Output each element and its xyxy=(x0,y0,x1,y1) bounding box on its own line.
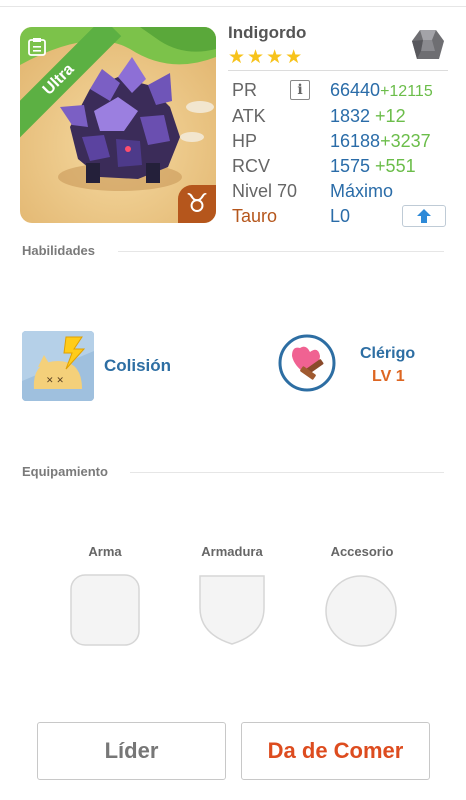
zodiac-upgrade-button[interactable] xyxy=(402,205,446,227)
zodiac-level: L0 xyxy=(330,206,351,226)
skill-icon[interactable]: ✕ ✕ xyxy=(22,331,94,401)
weapon-slot[interactable] xyxy=(70,574,140,646)
stats-divider xyxy=(228,70,448,71)
level-value: Máximo xyxy=(330,181,394,201)
stat-row-pr: PR 66440+12115 xyxy=(232,78,452,102)
arrow-up-icon xyxy=(417,209,431,223)
top-divider xyxy=(0,6,466,7)
skills-section-title: Habilidades xyxy=(22,243,95,258)
stat-value: 1832 +12 xyxy=(330,106,406,126)
accessory-label: Accesorio xyxy=(330,544,394,559)
level-label: Nivel 70 xyxy=(232,181,298,201)
skill-name[interactable]: Colisión xyxy=(104,356,171,376)
info-icon[interactable]: i xyxy=(290,80,310,100)
equipment-section-title: Equipamiento xyxy=(22,464,108,479)
stat-value: 66440+12115 xyxy=(330,80,433,100)
feed-button[interactable]: Da de Comer xyxy=(241,722,430,780)
zodiac-label: Tauro xyxy=(232,206,278,226)
stat-value: 1575 +551 xyxy=(330,156,416,176)
cleric-role-icon[interactable] xyxy=(278,334,336,392)
collision-skill-icon: ✕ ✕ xyxy=(22,331,94,401)
stat-row-hp: HP 16188+3237 xyxy=(232,129,452,153)
accessory-slot[interactable] xyxy=(324,574,398,648)
star-rating: ★★★★ xyxy=(228,46,305,68)
monster-name: Indigordo xyxy=(228,23,307,42)
stat-row-rcv: RCV 1575 +551 xyxy=(232,154,452,178)
stat-label: PR xyxy=(232,80,258,100)
stat-row-level: Nivel 70 Máximo xyxy=(232,179,452,203)
earth-element-icon xyxy=(412,30,444,59)
card-menu-icon[interactable] xyxy=(27,37,47,57)
skills-section-divider xyxy=(118,251,444,252)
equipment-section-divider xyxy=(130,472,444,473)
svg-text:✕ ✕: ✕ ✕ xyxy=(46,376,64,386)
stat-label: ATK xyxy=(232,106,266,126)
role-level: LV 1 xyxy=(372,368,405,385)
monster-portrait-card[interactable]: Ultra ♉ xyxy=(20,27,216,223)
armor-label: Armadura xyxy=(201,544,263,559)
role-name[interactable]: Clérigo xyxy=(360,345,415,363)
stat-row-atk: ATK 1832 +12 xyxy=(232,104,452,128)
stat-label: RCV xyxy=(232,156,271,176)
stat-value: 16188+3237 xyxy=(330,131,431,151)
leader-button[interactable]: Líder xyxy=(37,722,226,780)
zodiac-taurus-icon: ♉ xyxy=(178,185,216,223)
stat-label: HP xyxy=(232,131,258,151)
armor-slot[interactable] xyxy=(198,574,266,646)
weapon-label: Arma xyxy=(88,544,122,559)
